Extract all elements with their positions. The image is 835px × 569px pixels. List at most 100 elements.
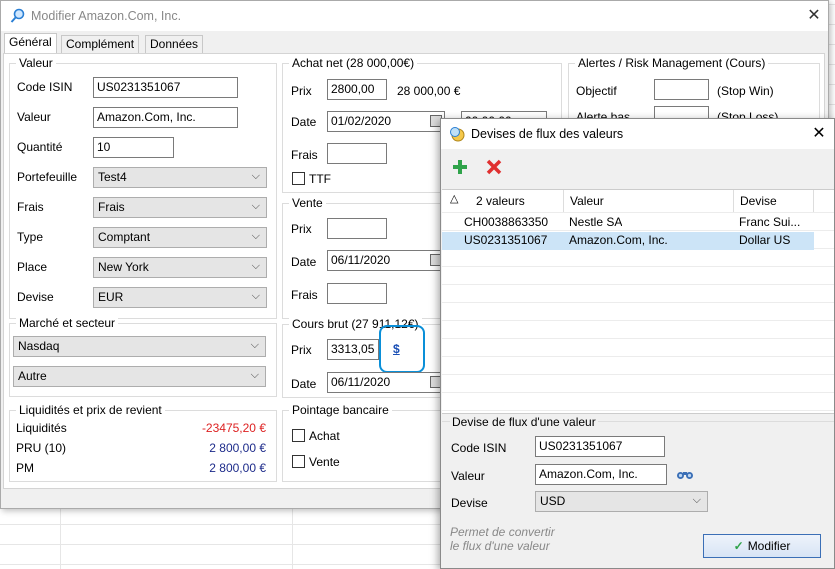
valeurs-grid[interactable]: △ 2 valeurs Valeur Devise CH0038863350 N… xyxy=(442,189,834,414)
delete-icon[interactable] xyxy=(485,158,503,176)
chevron-down-icon: ⌵ xyxy=(251,200,260,212)
tab-donnees[interactable]: Données xyxy=(145,35,204,53)
close-icon[interactable]: ✕ xyxy=(809,124,829,144)
vente-prix-label: Prix xyxy=(291,222,312,236)
liquidites-value: -23475,20 € xyxy=(201,421,266,435)
dlg-valeur-label: Valeur xyxy=(451,469,485,483)
type-select[interactable]: Comptant ⌵ xyxy=(93,227,267,248)
cours-prix-label: Prix xyxy=(291,343,312,357)
binoculars-icon[interactable] xyxy=(676,467,694,481)
cours-date-label: Date xyxy=(291,377,317,391)
header-label: Valeur xyxy=(570,194,604,208)
dlg-valeur-input[interactable]: Amazon.Com, Inc. xyxy=(535,464,667,485)
pointage-achat-label: Achat xyxy=(309,429,340,443)
frais-select[interactable]: Frais ⌵ xyxy=(93,197,267,218)
valeur-input[interactable]: Amazon.Com, Inc. xyxy=(93,107,238,128)
group-title: Marché et secteur xyxy=(16,316,119,330)
select-value: New York xyxy=(98,260,149,274)
tab-complement[interactable]: Complément xyxy=(61,35,140,53)
pm-value: 2 800,00 € xyxy=(209,461,266,475)
ttf-checkbox[interactable] xyxy=(292,172,305,185)
pru-value: 2 800,00 € xyxy=(209,441,266,455)
ttf-label: TTF xyxy=(309,172,331,186)
secteur-select[interactable]: Autre ⌵ xyxy=(13,366,266,387)
frais-label: Frais xyxy=(17,200,44,214)
place-label: Place xyxy=(17,260,48,274)
achat-frais-input[interactable] xyxy=(327,143,387,164)
grid-header-devise[interactable]: Devise xyxy=(734,190,814,212)
select-value: EUR xyxy=(98,290,124,304)
tab-general[interactable]: Général xyxy=(4,33,57,54)
select-value: Frais xyxy=(98,200,125,214)
dlg-code-isin-input[interactable]: US0231351067 xyxy=(535,436,665,457)
devise-label: Devise xyxy=(17,290,54,304)
chevron-down-icon: ⌵ xyxy=(250,369,259,381)
portefeuille-label: Portefeuille xyxy=(17,170,78,184)
row-devise: Franc Sui... xyxy=(739,215,801,229)
achat-date-input[interactable]: 01/02/2020 xyxy=(327,111,445,132)
date-value: 06/11/2020 xyxy=(331,253,391,267)
form-title: Devise de flux d'une valeur xyxy=(450,415,598,429)
pointage-achat-checkbox[interactable] xyxy=(292,429,305,442)
cours-prix-input[interactable]: 3313,05 xyxy=(327,339,379,360)
dlg-devise-select[interactable]: USD ⌵ xyxy=(535,491,708,512)
date-value: 06/11/2020 xyxy=(331,375,391,389)
header-label: 2 valeurs xyxy=(476,194,525,208)
table-row[interactable]: CH0038863350 Nestle SA Franc Sui... xyxy=(442,214,814,232)
vente-prix-input[interactable] xyxy=(327,218,387,239)
quantite-input[interactable]: 10 xyxy=(93,137,174,158)
grid-header-valeur[interactable]: Valeur xyxy=(564,190,734,212)
add-icon[interactable] xyxy=(451,158,469,176)
check-icon: ✓ xyxy=(733,539,744,553)
cours-date-input[interactable]: 06/11/2020 xyxy=(327,372,445,393)
date-value: 01/02/2020 xyxy=(331,114,392,128)
group-title: Vente xyxy=(289,196,326,210)
row-isin: CH0038863350 xyxy=(464,215,549,229)
quantite-label: Quantité xyxy=(17,140,63,154)
highlight-ring xyxy=(379,325,425,373)
type-label: Type xyxy=(17,230,44,244)
select-value: USD xyxy=(540,494,566,508)
code-isin-input[interactable]: US0231351067 xyxy=(93,77,238,98)
tab-label: Complément xyxy=(66,37,135,51)
select-value: Comptant xyxy=(98,230,151,244)
pointage-vente-label: Vente xyxy=(309,455,340,469)
group-title: Valeur xyxy=(16,56,56,70)
row-devise: Dollar US xyxy=(739,233,791,247)
chevron-down-icon: ⌵ xyxy=(692,494,701,506)
stop-win-hint: (Stop Win) xyxy=(717,84,774,98)
vente-frais-input[interactable] xyxy=(327,283,387,304)
pointage-vente-checkbox[interactable] xyxy=(292,455,305,468)
select-value: Autre xyxy=(18,369,47,383)
marche-select[interactable]: Nasdaq ⌵ xyxy=(13,336,266,357)
pru-label: PRU (10) xyxy=(16,441,67,455)
chevron-down-icon: ⌵ xyxy=(251,170,260,182)
vente-date-label: Date xyxy=(291,255,317,269)
table-row-selected[interactable]: US0231351067 Amazon.Com, Inc. Dollar US xyxy=(442,232,814,250)
achat-prix-input[interactable]: 2800,00 xyxy=(327,79,387,100)
window-title-bar: Modifier Amazon.Com, Inc. ✕ xyxy=(1,1,828,31)
grid-header-count[interactable]: △ 2 valeurs xyxy=(442,190,564,212)
chevron-down-icon: ⌵ xyxy=(250,339,259,351)
close-icon[interactable]: ✕ xyxy=(804,6,824,26)
group-title: Alertes / Risk Management (Cours) xyxy=(575,56,769,70)
devise-select[interactable]: EUR ⌵ xyxy=(93,287,267,308)
vente-date-input[interactable]: 06/11/2020 xyxy=(327,250,445,271)
group-title: Pointage bancaire xyxy=(289,403,392,417)
sort-up-icon: △ xyxy=(450,193,459,205)
liquidites-group: Liquidités et prix de revient Liquidités… xyxy=(9,403,277,482)
objectif-input[interactable] xyxy=(654,79,709,100)
tab-label: Données xyxy=(150,37,199,51)
achat-date-label: Date xyxy=(291,115,317,129)
pm-label: PM xyxy=(16,461,34,475)
achat-frais-label: Frais xyxy=(291,148,318,162)
hint-line-2: le flux d'une valeur xyxy=(450,539,550,553)
search-icon xyxy=(10,8,25,23)
place-select[interactable]: New York ⌵ xyxy=(93,257,267,278)
portefeuille-select[interactable]: Test4 ⌵ xyxy=(93,167,267,188)
window-title: Modifier Amazon.Com, Inc. xyxy=(31,9,182,23)
chevron-down-icon: ⌵ xyxy=(251,230,260,242)
modifier-button[interactable]: ✓ Modifier xyxy=(703,534,821,558)
valeur-group: Valeur Code ISIN US0231351067 Valeur Ama… xyxy=(9,56,277,319)
coins-icon xyxy=(450,127,465,142)
